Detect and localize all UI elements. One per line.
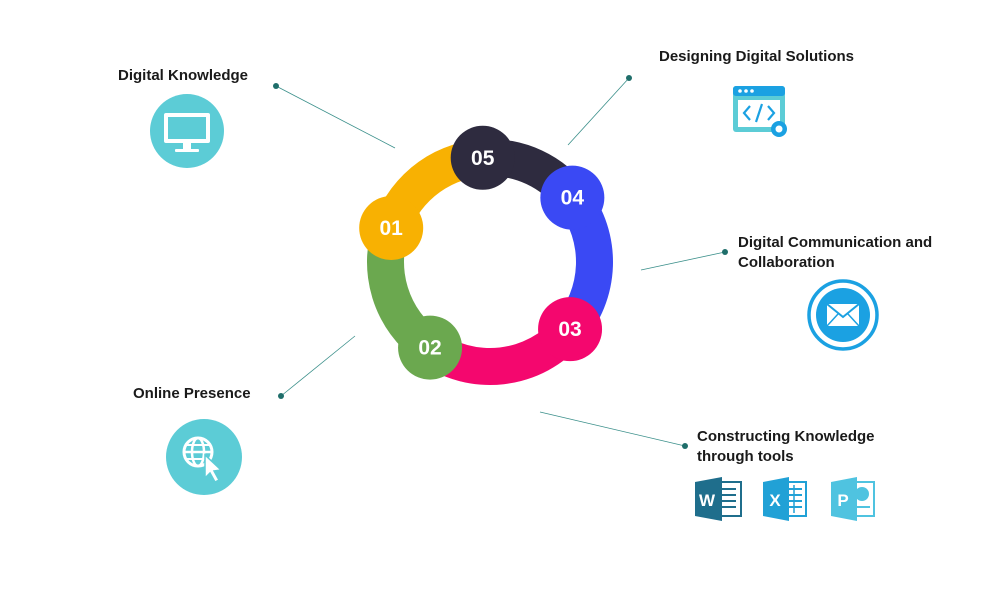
- segment-number-03: 03: [558, 318, 581, 341]
- label-constructing-knowledge-line2: through tools: [697, 448, 794, 465]
- connector-01: [275, 85, 396, 149]
- segment-number-04: 04: [561, 187, 585, 210]
- svg-text:X: X: [769, 491, 781, 510]
- code-window-icon: [733, 86, 787, 137]
- svg-text:P: P: [837, 491, 848, 510]
- dot-05: [626, 75, 632, 81]
- label-digital-communication-line1: Digital Communication and: [738, 234, 933, 251]
- dot-04: [722, 249, 728, 255]
- connector-02: [280, 335, 356, 397]
- dot-01: [273, 83, 279, 89]
- label-online-presence: Online Presence: [133, 385, 251, 402]
- word-icon: W: [695, 477, 742, 521]
- label-digital-communication-line2: Collaboration: [738, 254, 835, 271]
- connector-05: [567, 77, 630, 146]
- label-designing-digital-solutions: Designing Digital Solutions: [659, 48, 854, 65]
- connector-04: [640, 251, 726, 271]
- powerpoint-icon: P: [831, 477, 875, 521]
- dot-02: [278, 393, 284, 399]
- ring: 05 04 03 02 01: [359, 125, 613, 385]
- label-constructing-knowledge-line1: Constructing Knowledge: [697, 428, 875, 445]
- connector-03: [539, 411, 686, 447]
- envelope-icon: [807, 279, 879, 351]
- excel-icon: X: [763, 477, 807, 521]
- monitor-icon: [150, 94, 224, 168]
- segment-number-01: 01: [380, 217, 404, 240]
- web-click-icon: [166, 419, 242, 495]
- label-digital-knowledge: Digital Knowledge: [118, 67, 249, 84]
- dot-03: [682, 443, 688, 449]
- cycle-diagram: 05 04 03 02 01 W X P: [150, 75, 879, 521]
- svg-text:W: W: [699, 491, 716, 510]
- segment-number-02: 02: [418, 337, 441, 360]
- segment-number-05: 05: [471, 147, 495, 170]
